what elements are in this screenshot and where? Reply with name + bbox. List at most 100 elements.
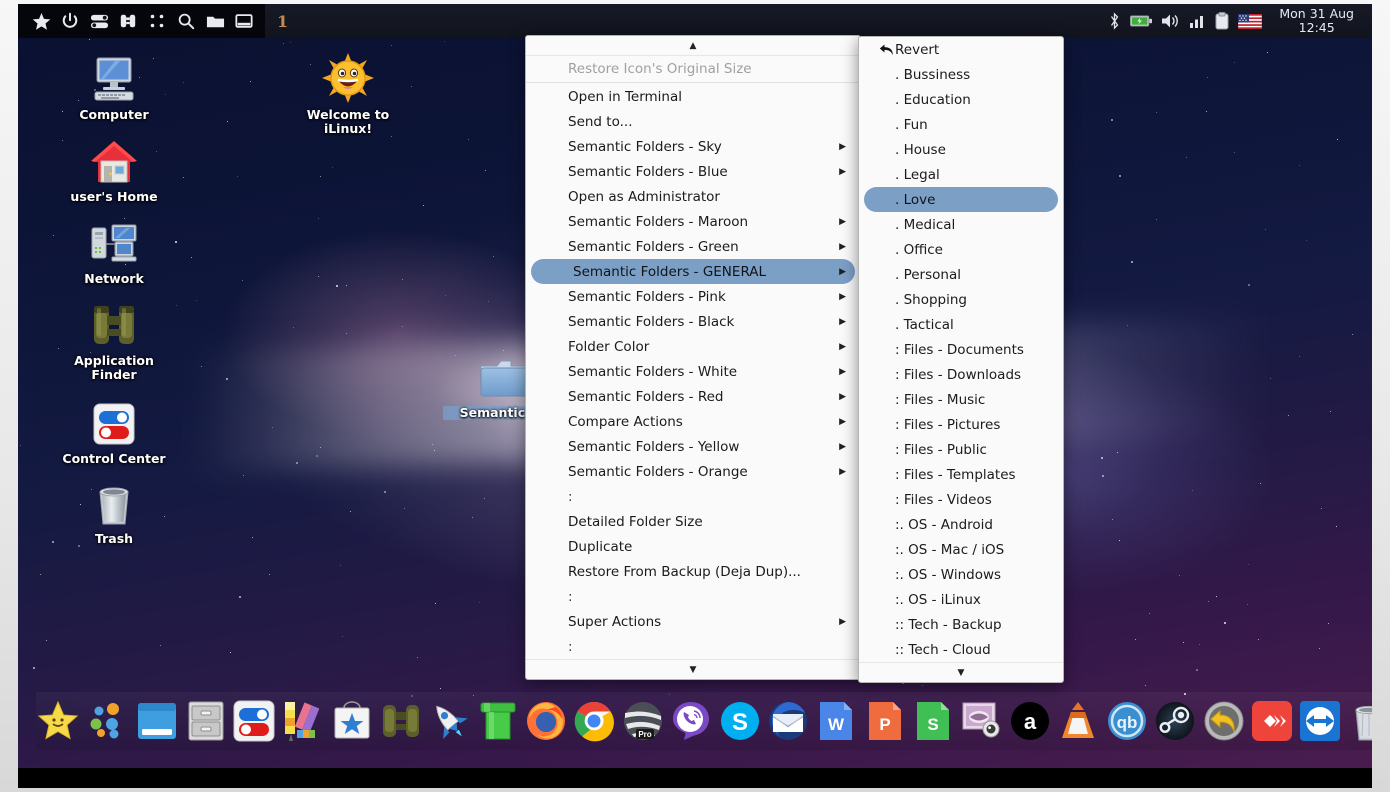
dock-item-teamviewer[interactable]: [1299, 698, 1341, 744]
window-icon[interactable]: [231, 8, 257, 34]
menu-item[interactable]: Restore From Backup (Deja Dup)...: [526, 559, 860, 584]
power-icon[interactable]: [57, 8, 83, 34]
grid-dots-icon[interactable]: [144, 8, 170, 34]
workspace-indicator[interactable]: 1: [265, 12, 300, 31]
dock-item-firefox[interactable]: [525, 698, 567, 744]
menu-item[interactable]: Open in Terminal: [526, 84, 860, 109]
menu-item[interactable]: Semantic Folders - Red ▶: [526, 384, 860, 409]
menu-item[interactable]: : Files - Public: [859, 437, 1063, 462]
panel-launchers[interactable]: [18, 4, 265, 38]
submenu-scroll-down-arrow[interactable]: ▼: [859, 662, 1063, 682]
menu-item[interactable]: Semantic Folders - Orange ▶: [526, 459, 860, 484]
toggles-icon[interactable]: [86, 8, 112, 34]
menu-item[interactable]: . House: [859, 137, 1063, 162]
menu-item[interactable]: . Medical: [859, 212, 1063, 237]
battery-icon[interactable]: [1130, 14, 1153, 28]
menu-item[interactable]: Compare Actions ▶: [526, 409, 860, 434]
menu-item[interactable]: Semantic Folders - Green ▶: [526, 234, 860, 259]
dock-item-anydesk[interactable]: [1251, 698, 1293, 744]
menu-item[interactable]: :. OS - Mac / iOS: [859, 537, 1063, 562]
menu-item[interactable]: . Legal: [859, 162, 1063, 187]
keyboard-layout-flag-icon[interactable]: [1238, 13, 1263, 29]
desktop-icon-control-center[interactable]: Control Center: [54, 394, 174, 466]
menu-item[interactable]: Folder Color ▶: [526, 334, 860, 359]
menu-item[interactable]: Semantic Folders - Yellow ▶: [526, 434, 860, 459]
menu-item[interactable]: : Files - Downloads: [859, 362, 1063, 387]
menu-item[interactable]: Semantic Folders - GENERAL ▶: [531, 259, 855, 284]
menu-item[interactable]: Semantic Folders - Blue ▶: [526, 159, 860, 184]
menu-item[interactable]: . Education: [859, 87, 1063, 112]
top-panel[interactable]: 1 Mon 31 Aug 12:45: [18, 4, 1372, 38]
binoculars-icon[interactable]: [115, 8, 141, 34]
menu-item[interactable]: Open as Administrator: [526, 184, 860, 209]
menu-item[interactable]: :. OS - iLinux: [859, 587, 1063, 612]
menu-item[interactable]: Semantic Folders - Sky ▶: [526, 134, 860, 159]
menu-item[interactable]: . Fun: [859, 112, 1063, 137]
dock[interactable]: Pro S W P Sa qb: [36, 692, 1372, 750]
desktop-icon-application-finder[interactable]: Application Finder: [54, 296, 174, 382]
dock-item-spreadsheet[interactable]: S: [912, 698, 954, 744]
menu-item[interactable]: Semantic Folders - Maroon ▶: [526, 209, 860, 234]
menu-item[interactable]: . Shopping: [859, 287, 1063, 312]
menu-item[interactable]: : Files - Templates: [859, 462, 1063, 487]
dock-item-presentation[interactable]: P: [864, 698, 906, 744]
bluetooth-icon[interactable]: [1108, 12, 1121, 30]
menu-item[interactable]: : Files - Videos: [859, 487, 1063, 512]
dock-item-timeshift[interactable]: [1202, 698, 1244, 744]
menu-item[interactable]: . Tactical: [859, 312, 1063, 337]
menu-scroll-down-arrow[interactable]: ▼: [526, 659, 860, 679]
menu-item[interactable]: Send to...: [526, 109, 860, 134]
menu-item[interactable]: Duplicate: [526, 534, 860, 559]
menu-item[interactable]: . Bussiness: [859, 62, 1063, 87]
menu-item[interactable]: :: Tech - Backup: [859, 612, 1063, 637]
dock-item-trash[interactable]: [1348, 698, 1372, 744]
menu-scroll-up-arrow[interactable]: ▲: [526, 36, 860, 56]
dock-item-star-smiley[interactable]: [36, 698, 80, 744]
desktop-icon-home[interactable]: user's Home: [54, 132, 174, 204]
dock-item-viber[interactable]: [670, 698, 712, 744]
clipboard-icon[interactable]: [1215, 12, 1229, 30]
context-submenu[interactable]: Revert . Bussiness . Education . Fun . House…: [858, 36, 1064, 683]
menu-item[interactable]: : Files - Documents: [859, 337, 1063, 362]
dock-item-amazon[interactable]: a: [1009, 698, 1051, 744]
menu-item[interactable]: :: [526, 634, 860, 659]
dock-item-software-store[interactable]: [331, 698, 373, 744]
desktop-icon-welcome[interactable]: Welcome to iLinux!: [288, 50, 408, 136]
dock-item-show-desktop[interactable]: [136, 698, 178, 744]
dock-item-rocket[interactable]: [428, 698, 470, 744]
star-icon[interactable]: [28, 8, 54, 34]
dock-item-qbittorrent[interactable]: qb: [1106, 698, 1148, 744]
menu-item[interactable]: . Office: [859, 237, 1063, 262]
menu-item[interactable]: . Love: [864, 187, 1058, 212]
menu-item[interactable]: Detailed Folder Size: [526, 509, 860, 534]
desktop-icon-network[interactable]: Network: [54, 214, 174, 286]
menu-item[interactable]: Semantic Folders - Pink ▶: [526, 284, 860, 309]
dock-item-steam[interactable]: [1154, 698, 1196, 744]
menu-item[interactable]: Semantic Folders - Black ▶: [526, 309, 860, 334]
menu-item[interactable]: :: [526, 484, 860, 509]
menu-item[interactable]: : Files - Pictures: [859, 412, 1063, 437]
menu-item[interactable]: :. OS - Android: [859, 512, 1063, 537]
folder-icon[interactable]: [202, 8, 228, 34]
context-menu-items[interactable]: Restore Icon's Original Size Open in Term…: [526, 56, 860, 659]
context-menu[interactable]: ▲ Restore Icon's Original Size Open in Te…: [525, 35, 861, 680]
dock-item-control-center[interactable]: [233, 698, 275, 744]
menu-item[interactable]: Revert: [859, 37, 1063, 62]
dock-item-skype[interactable]: S: [718, 698, 760, 744]
desktop-icon-trash[interactable]: Trash: [54, 474, 174, 546]
dock-item-word[interactable]: W: [815, 698, 857, 744]
dock-item-binoculars[interactable]: [380, 698, 422, 744]
volume-icon[interactable]: [1161, 13, 1181, 29]
clock[interactable]: Mon 31 Aug 12:45: [1271, 7, 1366, 35]
menu-item[interactable]: . Personal: [859, 262, 1063, 287]
dock-item-green-pipe[interactable]: [476, 698, 518, 744]
menu-item[interactable]: Semantic Folders - White ▶: [526, 359, 860, 384]
desktop-icon-computer[interactable]: Computer: [54, 50, 174, 122]
dock-item-thunderbird[interactable]: [767, 698, 809, 744]
menu-item[interactable]: Super Actions ▶: [526, 609, 860, 634]
dock-item-file-cabinet[interactable]: [184, 698, 226, 744]
dock-item-color-palette[interactable]: [281, 698, 325, 744]
dock-item-vlc[interactable]: [1057, 698, 1099, 744]
menu-item[interactable]: :: Tech - Cloud: [859, 637, 1063, 662]
dock-item-app-menu-dots[interactable]: [86, 698, 130, 744]
